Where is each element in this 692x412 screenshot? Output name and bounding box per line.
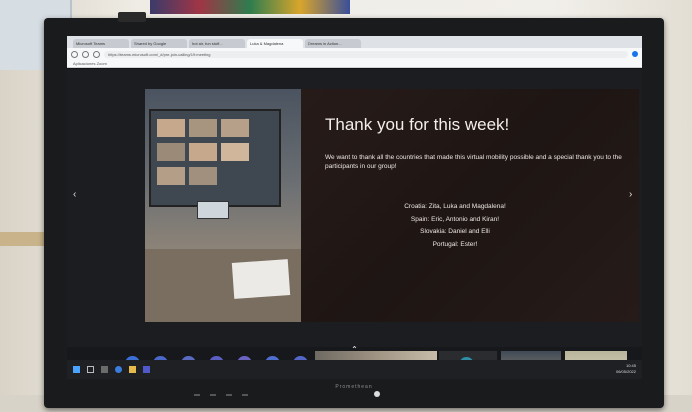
- tv-screen: Microsoft Teams Shared by Google hot air…: [67, 36, 642, 379]
- chevron-right-icon[interactable]: ›: [629, 189, 632, 200]
- browser-tab[interactable]: hot air, fun stuff...: [189, 39, 245, 48]
- browser-tab[interactable]: Dreams in Action...: [305, 39, 361, 48]
- slide-title: Thank you for this week!: [325, 115, 510, 134]
- list-item: Portugal: Ester!: [432, 240, 478, 248]
- url-field[interactable]: https://teams.microsoft.com/_#/pre-join-…: [104, 50, 628, 58]
- task-view-icon[interactable]: [101, 366, 108, 373]
- edge-icon[interactable]: [115, 366, 122, 373]
- meeting-stage: ‹ Thank you for this week! We want to th…: [67, 69, 642, 379]
- browser-tab[interactable]: Shared by Google: [131, 39, 187, 48]
- tv-brand-logo: Promethean: [335, 384, 373, 390]
- list-item: Croatia: Zita, Luka and Magdalena!: [404, 203, 506, 210]
- classroom-photo: [145, 89, 301, 322]
- address-bar: https://teams.microsoft.com/_#/pre-join-…: [67, 48, 642, 60]
- wall-decoration: [150, 0, 350, 14]
- shared-slide: Thank you for this week! We want to than…: [145, 89, 639, 322]
- teams-icon[interactable]: [143, 366, 150, 373]
- windows-taskbar: 10:45 06/05/2022: [67, 360, 642, 379]
- photo-paper: [231, 259, 291, 299]
- search-icon[interactable]: [87, 366, 94, 373]
- chevron-left-icon[interactable]: ‹: [73, 189, 76, 200]
- list-item: Slovakia: Daniel and Elli: [420, 228, 490, 235]
- photo-laptop: [197, 201, 229, 219]
- webcam: [118, 12, 146, 22]
- forward-icon[interactable]: [82, 50, 89, 58]
- back-icon[interactable]: [71, 50, 78, 58]
- start-icon[interactable]: [73, 366, 80, 373]
- browser-tab[interactable]: Microsoft Teams: [73, 39, 129, 48]
- television: Microsoft Teams Shared by Google hot air…: [44, 12, 664, 408]
- browser-tab-strip: Microsoft Teams Shared by Google hot air…: [67, 36, 642, 48]
- bookmarks-bar: Aplicaciones Zoom: [67, 60, 642, 68]
- participant-list: Croatia: Zita, Luka and Magdalena! Spain…: [325, 201, 585, 251]
- photo-screen: [149, 109, 281, 207]
- profile-icon[interactable]: [632, 51, 638, 57]
- chevron-up-icon[interactable]: ⌃: [351, 345, 358, 354]
- browser-tab[interactable]: Luka & Magdalena: [247, 39, 303, 48]
- slide-body: We want to thank all the countries that …: [325, 154, 622, 170]
- folder-icon[interactable]: [129, 366, 136, 373]
- tv-control-strip: [194, 392, 514, 398]
- clock-date: 06/05/2022: [615, 369, 636, 374]
- reload-icon[interactable]: [93, 50, 100, 58]
- list-item: Spain: Eric, Antonio and Kiran!: [410, 215, 500, 223]
- system-tray[interactable]: 10:45 06/05/2022: [616, 363, 636, 375]
- power-button[interactable]: [374, 391, 380, 397]
